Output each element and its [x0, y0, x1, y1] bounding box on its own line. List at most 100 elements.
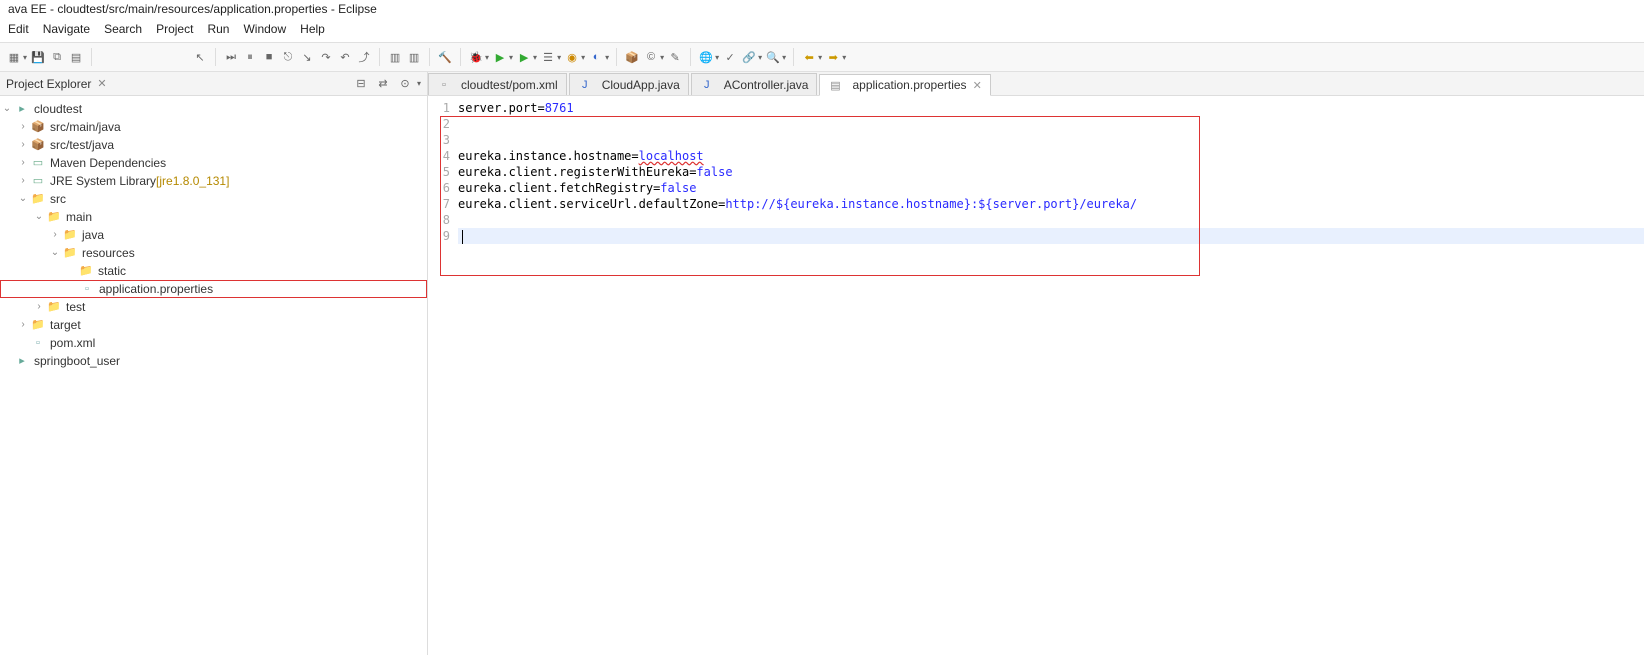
save-all-icon[interactable]: ⧉ — [49, 49, 65, 65]
twisty-icon[interactable]: ⌄ — [32, 208, 46, 226]
twisty-icon[interactable]: › — [16, 172, 30, 190]
globe-icon[interactable]: 🌐 — [698, 49, 714, 65]
menu-search[interactable]: Search — [104, 22, 142, 40]
code-line-4[interactable]: eureka.instance.hostname=localhost — [458, 148, 1644, 164]
run-last-icon[interactable]: ▶ — [516, 49, 532, 65]
step-into-icon[interactable]: ↘ — [299, 49, 315, 65]
code-line-8[interactable] — [458, 212, 1644, 228]
project-cloudtest[interactable]: ⌄▸cloudtest — [0, 100, 427, 118]
run-icon[interactable]: ▶ — [492, 49, 508, 65]
twisty-icon[interactable]: ⌄ — [16, 190, 30, 208]
forward-icon[interactable]: ➡ — [825, 49, 841, 65]
code-editor[interactable]: 123456789 server.port=8761 eureka.instanc… — [428, 96, 1644, 655]
code-token: eureka.client.registerWithEureka= — [458, 165, 696, 179]
step-over-icon[interactable]: ↷ — [318, 49, 334, 65]
tree-node-7[interactable]: ⌄📁resources — [0, 244, 427, 262]
pause-icon[interactable]: ⏸ — [242, 49, 258, 65]
tree-node-4[interactable]: ⌄📁src — [0, 190, 427, 208]
link-editor-icon[interactable]: ⇄ — [375, 76, 391, 92]
task-icon[interactable]: ✓ — [722, 49, 738, 65]
menubar: Edit Navigate Search Project Run Window … — [0, 20, 1644, 42]
tree-node-8[interactable]: 📁static — [0, 262, 427, 280]
twisty-icon[interactable]: › — [16, 316, 30, 334]
focus-icon[interactable]: ⊙ — [397, 76, 413, 92]
link-icon[interactable]: 🔗 — [741, 49, 757, 65]
tree-label: application.properties — [99, 280, 213, 298]
code-token: 8761 — [545, 101, 574, 115]
collapse-all-icon[interactable]: ⊟ — [353, 76, 369, 92]
twisty-icon[interactable]: › — [48, 226, 62, 244]
editor-tab-0[interactable]: ▫cloudtest/pom.xml — [428, 73, 567, 95]
code-line-7[interactable]: eureka.client.serviceUrl.defaultZone=htt… — [458, 196, 1644, 212]
code-line-1[interactable]: server.port=8761 — [458, 100, 1644, 116]
coverage-icon[interactable]: ☰ — [540, 49, 556, 65]
twisty-icon[interactable]: › — [16, 154, 30, 172]
back-icon[interactable]: ⬅ — [801, 49, 817, 65]
build-icon[interactable]: 🔨 — [437, 49, 453, 65]
server-icon[interactable]: ◉ — [564, 49, 580, 65]
tree-node-10[interactable]: ›📁test — [0, 298, 427, 316]
code-line-3[interactable] — [458, 132, 1644, 148]
new-pkg-icon[interactable]: 📦 — [624, 49, 640, 65]
tree-node-6[interactable]: ›📁java — [0, 226, 427, 244]
tree-label: springboot_user — [34, 352, 120, 370]
code-content[interactable]: server.port=8761 eureka.instance.hostname… — [458, 100, 1644, 244]
line-gutter: 123456789 — [428, 100, 456, 244]
new-class-icon[interactable]: © — [643, 49, 659, 65]
tree-node-11[interactable]: ›📁target — [0, 316, 427, 334]
code-line-5[interactable]: eureka.client.registerWithEureka=false — [458, 164, 1644, 180]
menu-navigate[interactable]: Navigate — [43, 22, 90, 40]
tree-node-12[interactable]: ▫pom.xml — [0, 334, 427, 352]
disconnect-icon[interactable]: ⎋ — [280, 49, 296, 65]
perspective2-icon[interactable]: ▥ — [406, 49, 422, 65]
drop-frame-icon[interactable]: ⤴ — [356, 49, 372, 65]
twisty-icon[interactable]: › — [32, 298, 46, 316]
twisty-icon[interactable]: › — [16, 118, 30, 136]
project-springboot-user[interactable]: ▸springboot_user — [0, 352, 427, 370]
profile-icon[interactable]: ◐ — [588, 49, 604, 65]
tree-node-3[interactable]: ›▭JRE System Library [jre1.8.0_131] — [0, 172, 427, 190]
code-line-9[interactable] — [458, 228, 1644, 244]
twisty-icon[interactable]: ⌄ — [48, 244, 62, 262]
new-icon[interactable]: ▦ — [6, 49, 22, 65]
tree-node-2[interactable]: ›▭Maven Dependencies — [0, 154, 427, 172]
menu-run[interactable]: Run — [207, 22, 229, 40]
tree-node-1[interactable]: ›📦src/test/java — [0, 136, 427, 154]
code-token: eureka.instance.hostname= — [458, 149, 639, 163]
menu-project[interactable]: Project — [156, 22, 193, 40]
code-line-2[interactable] — [458, 116, 1644, 132]
tree-node-9[interactable]: ▫application.properties — [0, 280, 427, 298]
step-return-icon[interactable]: ↶ — [337, 49, 353, 65]
perspective-icon[interactable]: ▥ — [387, 49, 403, 65]
twisty-icon[interactable]: ⌄ — [0, 100, 14, 118]
code-token: eureka.client.serviceUrl.defaultZone= — [458, 197, 725, 211]
tab-close-icon[interactable]: ✕ — [973, 79, 982, 92]
tab-label: AController.java — [724, 78, 809, 92]
editor-tab-2[interactable]: JAController.java — [691, 73, 818, 95]
code-token: false — [696, 165, 732, 179]
print-icon[interactable]: ▤ — [68, 49, 84, 65]
code-token: eureka.client.fetchRegistry= — [458, 181, 660, 195]
stop-icon[interactable]: ■ — [261, 49, 277, 65]
editor-tab-1[interactable]: JCloudApp.java — [569, 73, 689, 95]
tree-label: main — [66, 208, 92, 226]
editor-tab-3[interactable]: ▤application.properties✕ — [819, 74, 990, 96]
tree-node-5[interactable]: ⌄📁main — [0, 208, 427, 226]
view-menu-icon[interactable]: ▾ — [417, 79, 421, 88]
project-tree[interactable]: ⌄▸cloudtest›📦src/main/java›📦src/test/jav… — [0, 96, 427, 374]
menu-edit[interactable]: Edit — [8, 22, 29, 40]
fld-icon: 📁 — [62, 245, 78, 261]
skip-icon[interactable]: ⏭ — [223, 49, 239, 65]
search-icon[interactable]: 🔍 — [765, 49, 781, 65]
menu-help[interactable]: Help — [300, 22, 325, 40]
twisty-icon[interactable]: › — [16, 136, 30, 154]
save-icon[interactable]: 💾 — [30, 49, 46, 65]
menu-window[interactable]: Window — [243, 22, 286, 40]
wand-icon[interactable]: ✎ — [667, 49, 683, 65]
cursor-icon[interactable]: ↖ — [192, 49, 208, 65]
line-number: 9 — [428, 228, 450, 244]
code-line-6[interactable]: eureka.client.fetchRegistry=false — [458, 180, 1644, 196]
tree-node-0[interactable]: ›📦src/main/java — [0, 118, 427, 136]
close-icon[interactable]: ✕ — [97, 77, 106, 90]
debug-icon[interactable]: 🐞 — [468, 49, 484, 65]
